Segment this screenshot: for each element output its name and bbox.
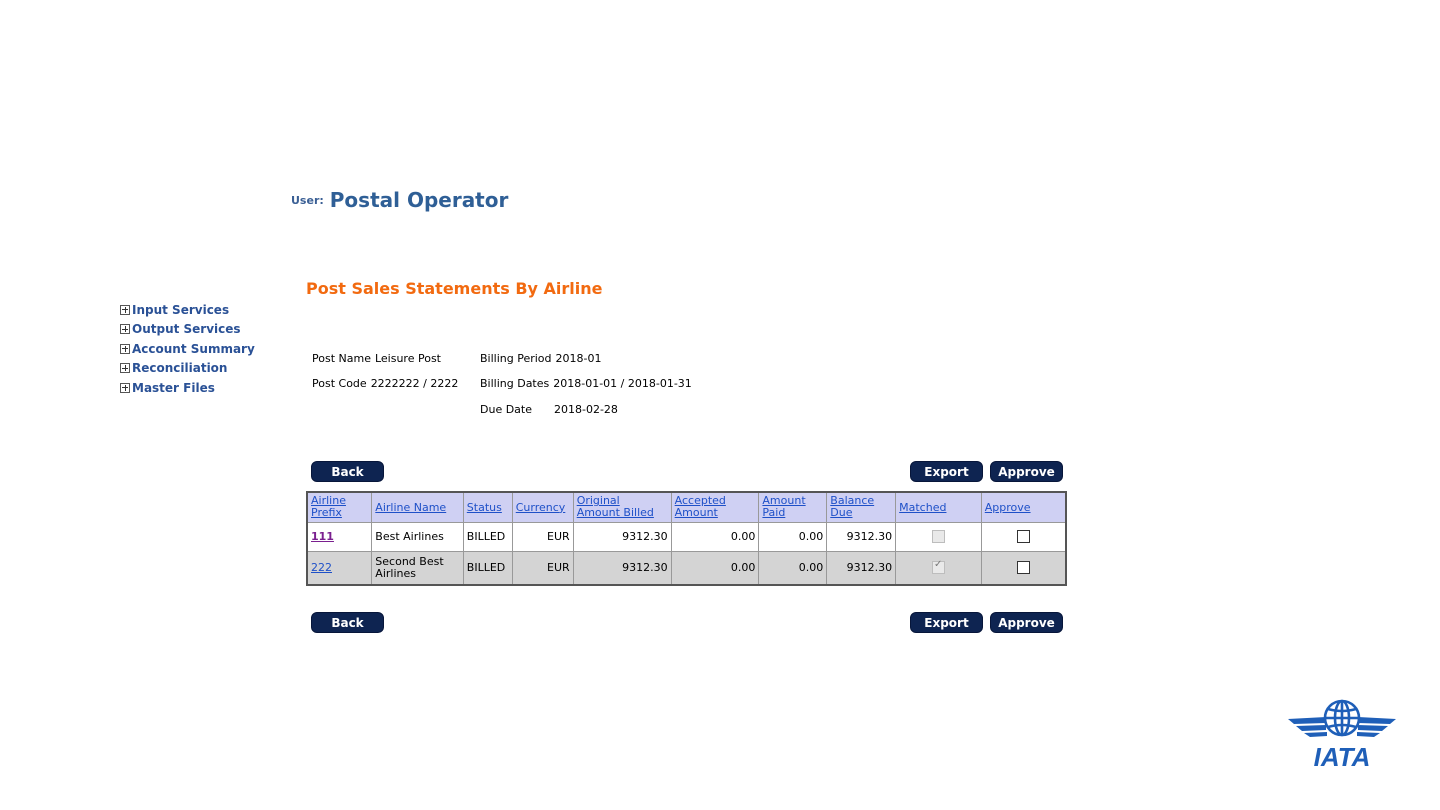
expand-plus-icon[interactable] [120, 304, 130, 315]
sort-currency-link[interactable]: Currency [516, 501, 566, 514]
post-code-label: Post Code [312, 377, 367, 390]
col-original-amount-billed[interactable]: Original Amount Billed [572, 491, 672, 523]
cell-status: BILLED [462, 550, 513, 585]
cell-accepted-amount: 0.00 [670, 521, 760, 552]
statements-table: Airline Prefix Airline Name Status Curre… [306, 491, 1067, 586]
due-date-value: 2018-02-28 [554, 403, 618, 416]
nav-item-reconciliation[interactable]: Reconciliation [120, 359, 255, 379]
cell-amount-paid: 0.00 [758, 521, 828, 552]
cell-prefix[interactable]: 222 [306, 550, 373, 585]
cell-matched [895, 521, 982, 552]
sort-accepted-amount-link[interactable]: Accepted Amount [675, 495, 735, 519]
table-row: 111 Best Airlines BILLED EUR 9312.30 0.0… [306, 521, 1067, 552]
nav-item-account-summary[interactable]: Account Summary [120, 339, 255, 359]
cell-original-amount: 9312.30 [572, 521, 672, 552]
sort-original-amount-link[interactable]: Original Amount Billed [577, 495, 665, 519]
cell-matched [895, 550, 982, 585]
nav-label[interactable]: Output Services [132, 322, 241, 336]
cell-airline-name: Best Airlines [371, 521, 464, 552]
nav-label[interactable]: Master Files [132, 381, 215, 395]
due-date-label: Due Date [480, 403, 532, 416]
nav-item-master-files[interactable]: Master Files [120, 378, 255, 398]
post-name-value: Leisure Post [374, 352, 441, 365]
post-name-info: Post Name Leisure Post [312, 352, 441, 365]
nav-item-output-services[interactable]: Output Services [120, 320, 255, 340]
cell-balance-due: 9312.30 [826, 521, 897, 552]
globe-wings-icon: IATA [1288, 699, 1396, 772]
col-balance-due[interactable]: Balance Due [826, 491, 897, 523]
matched-checkbox [931, 559, 945, 575]
export-button-bottom[interactable]: Export [910, 612, 983, 633]
col-accepted-amount[interactable]: Accepted Amount [670, 491, 760, 523]
iata-logo: IATA [1286, 697, 1398, 773]
approve-checkbox[interactable] [1016, 561, 1030, 575]
post-code-value: 2222222 / 2222 [370, 377, 459, 390]
cell-balance-due: 9312.30 [826, 550, 897, 585]
expand-plus-icon[interactable] [120, 343, 130, 354]
post-code-info: Post Code 2222222 / 2222 [312, 377, 458, 390]
nav-item-input-services[interactable]: Input Services [120, 300, 255, 320]
logo-text: IATA [1314, 742, 1371, 769]
nav-label[interactable]: Input Services [132, 303, 229, 317]
sort-balance-due-link[interactable]: Balance Due [830, 495, 880, 519]
billing-period-label: Billing Period [480, 352, 552, 365]
billing-period-value: 2018-01 [555, 352, 602, 365]
col-currency[interactable]: Currency [511, 491, 574, 523]
billing-period-info: Billing Period 2018-01 [480, 352, 602, 365]
back-button-top[interactable]: Back [311, 461, 384, 482]
cell-accepted-amount: 0.00 [670, 550, 760, 585]
sort-status-link[interactable]: Status [467, 501, 502, 514]
sort-airline-name-link[interactable]: Airline Name [375, 501, 446, 514]
due-date-info: Due Date 2018-02-28 [480, 403, 618, 416]
billing-dates-label: Billing Dates [480, 377, 550, 390]
approve-button-top[interactable]: Approve [990, 461, 1063, 482]
sort-matched-link[interactable]: Matched [899, 501, 946, 514]
expand-plus-icon[interactable] [120, 363, 130, 374]
nav-label[interactable]: Account Summary [132, 342, 255, 356]
col-approve[interactable]: Approve [980, 491, 1067, 523]
table-header-row: Airline Prefix Airline Name Status Curre… [306, 491, 1067, 523]
cell-amount-paid: 0.00 [758, 550, 828, 585]
approve-button-bottom[interactable]: Approve [990, 612, 1063, 633]
billing-dates-value: 2018-01-01 / 2018-01-31 [553, 377, 692, 390]
col-status[interactable]: Status [462, 491, 513, 523]
sort-amount-paid-link[interactable]: Amount Paid [762, 495, 812, 519]
expand-plus-icon[interactable] [120, 324, 130, 335]
export-button-top[interactable]: Export [910, 461, 983, 482]
sidebar-nav: Input Services Output Services Account S… [120, 300, 255, 398]
post-name-label: Post Name [312, 352, 371, 365]
col-airline-name[interactable]: Airline Name [371, 491, 464, 523]
cell-currency: EUR [511, 521, 574, 552]
airline-prefix-link[interactable]: 222 [311, 561, 332, 574]
user-name: Postal Operator [329, 188, 509, 212]
sort-airline-prefix-link[interactable]: Airline Prefix [311, 495, 351, 519]
user-label: User: [291, 194, 324, 207]
matched-checkbox [931, 530, 945, 544]
page-title: Post Sales Statements By Airline [306, 279, 603, 298]
cell-airline-name: Second Best Airlines [371, 550, 464, 585]
user-line: User: Postal Operator [291, 188, 508, 212]
cell-approve[interactable] [980, 550, 1067, 585]
approve-checkbox[interactable] [1016, 530, 1030, 544]
cell-currency: EUR [511, 550, 574, 585]
cell-original-amount: 9312.30 [572, 550, 672, 585]
sort-approve-link[interactable]: Approve [985, 501, 1031, 514]
col-matched[interactable]: Matched [895, 491, 982, 523]
expand-plus-icon[interactable] [120, 382, 130, 393]
back-button-bottom[interactable]: Back [311, 612, 384, 633]
nav-label[interactable]: Reconciliation [132, 361, 227, 375]
col-amount-paid[interactable]: Amount Paid [758, 491, 828, 523]
table-row: 222 Second Best Airlines BILLED EUR 9312… [306, 550, 1067, 585]
col-airline-prefix[interactable]: Airline Prefix [306, 491, 373, 523]
cell-status: BILLED [462, 521, 513, 552]
billing-dates-info: Billing Dates 2018-01-01 / 2018-01-31 [480, 377, 692, 390]
cell-prefix[interactable]: 111 [306, 521, 373, 552]
airline-prefix-link[interactable]: 111 [311, 530, 334, 543]
cell-approve[interactable] [980, 521, 1067, 552]
